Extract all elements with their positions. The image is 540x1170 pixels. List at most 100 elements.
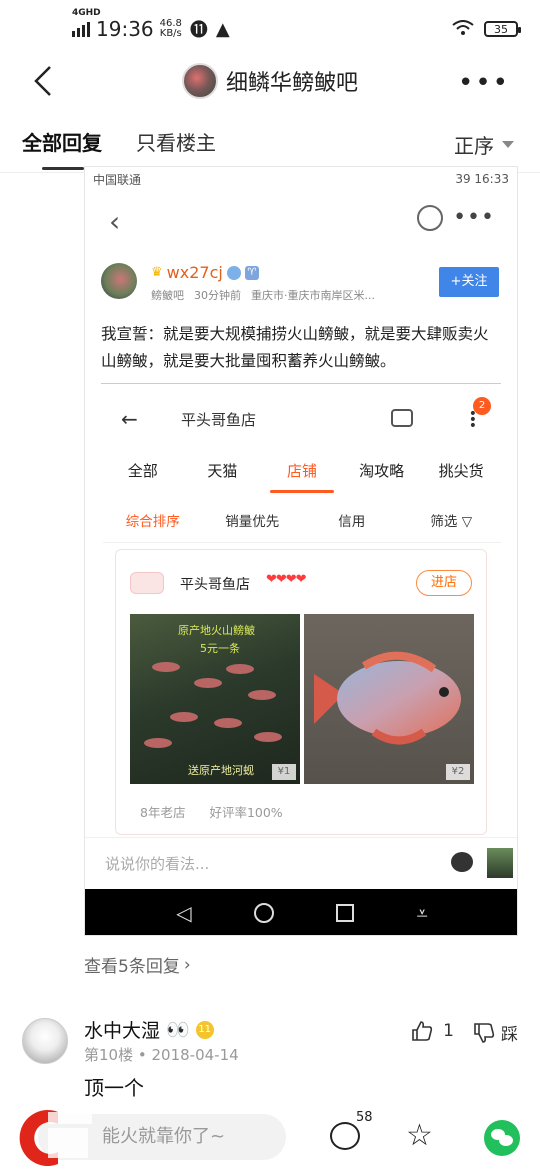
level-icon bbox=[226, 265, 241, 280]
clock: 19:36 bbox=[96, 17, 154, 41]
shop-back-arrow-icon: ← bbox=[121, 407, 138, 431]
shop-name: 平头哥鱼店 bbox=[180, 577, 250, 593]
status-bar: 4GHD 19:36 46.8 KB/s ⓫ ▲ 35 bbox=[0, 0, 540, 58]
top-nav: 细鳞华鳑鲏吧 ••• bbox=[0, 58, 540, 104]
shop-search-query: 平头哥鱼店 bbox=[181, 411, 257, 429]
forum-avatar bbox=[181, 63, 218, 99]
embedded-follow-button: +关注 bbox=[439, 267, 499, 297]
reply-tabs: 全部回复 只看楼主 正序 bbox=[0, 118, 540, 172]
android-nav-bar: ◁ ⩡ bbox=[85, 889, 517, 935]
eyes-emoji: 👀 bbox=[166, 1019, 190, 1041]
signal-icon: 4GHD bbox=[72, 8, 101, 37]
filter-icon: ▽ bbox=[461, 513, 473, 530]
view-replies-label: 查看5条回复 bbox=[84, 957, 180, 977]
sort-option: 销量优先 bbox=[225, 513, 280, 530]
thumbs-up-icon bbox=[412, 1021, 433, 1041]
dot-separator: • bbox=[137, 1046, 152, 1064]
network-speed: 46.8 KB/s bbox=[160, 19, 182, 39]
chevron-down-icon bbox=[502, 141, 514, 148]
shop-tabs: 全部 天猫 店铺 淘攻略 挑尖货 bbox=[103, 445, 501, 497]
embedded-post-text: 我宣誓：就是要大规模捕捞火山鳑鲏，就是要大肆贩卖火山鳑鲏，就是要大批量囤积蓄养火… bbox=[101, 325, 489, 370]
embedded-status-bar: 中国联通 39 16:33 bbox=[85, 167, 517, 191]
photo-price: ¥2 bbox=[446, 764, 470, 780]
embedded-user-meta: 鳑鲏吧 30分钟前 重庆市·重庆市南岸区米... bbox=[151, 287, 375, 303]
reply-meta: 第10楼 • 2018-04-14 bbox=[84, 1044, 239, 1065]
embedded-more-icon: ••• bbox=[453, 205, 495, 230]
like-count: 1 bbox=[443, 1021, 454, 1041]
shop-search-screenshot: ← 平头哥鱼店 • • • 2 全部 天猫 店铺 淘攻略 挑尖货 综合排序 销量优先… bbox=[103, 393, 501, 835]
embedded-status-right: 39 16:33 bbox=[455, 172, 509, 186]
filter-label: 筛选 bbox=[430, 513, 458, 530]
battery-icon: 35 bbox=[484, 21, 521, 37]
reply-author-name: 水中大湿 bbox=[84, 1020, 161, 1042]
embedded-share-icon bbox=[417, 205, 443, 231]
tab-all-replies[interactable]: 全部回复 bbox=[22, 118, 102, 172]
shop-tab: 全部 bbox=[127, 462, 158, 480]
comment-count: 58 bbox=[356, 1110, 373, 1125]
image-thumb bbox=[487, 848, 513, 878]
back-arrow-icon[interactable] bbox=[30, 64, 56, 98]
enter-shop-button: 进店 bbox=[416, 570, 472, 596]
reply-item: 水中大湿 👀 11 第10楼 • 2018-04-14 顶一个 1 踩 bbox=[0, 1008, 540, 1108]
comment-icon[interactable] bbox=[330, 1122, 360, 1150]
notification-badge: 2 bbox=[473, 397, 491, 415]
emoji-icon bbox=[451, 852, 473, 872]
product-photo-2: ¥2 bbox=[304, 614, 474, 784]
embedded-divider bbox=[101, 383, 501, 384]
shop-tab: 淘攻略 bbox=[359, 462, 405, 480]
forum-title[interactable]: 细鳞华鳑鲏吧 bbox=[181, 63, 358, 99]
fish-shape bbox=[194, 678, 222, 688]
photo-price: ¥1 bbox=[272, 764, 296, 780]
android-menu-icon: ⩡ bbox=[416, 901, 428, 925]
fish-shape bbox=[226, 664, 254, 674]
qq-icon: ▲ bbox=[215, 18, 230, 40]
watermark-logo bbox=[19, 1110, 92, 1166]
photo-caption: 5元一条 bbox=[200, 642, 240, 655]
rainbow-fish-image bbox=[314, 651, 461, 745]
chevron-right-icon: › bbox=[183, 954, 191, 975]
speed-unit: KB/s bbox=[159, 28, 182, 39]
star-icon[interactable]: ☆ bbox=[406, 1118, 433, 1153]
android-home-icon bbox=[253, 903, 274, 923]
status-app-icon: ⓫ bbox=[189, 20, 208, 41]
wechat-share-icon[interactable] bbox=[484, 1120, 520, 1156]
fish-shape bbox=[152, 662, 180, 672]
avatar[interactable] bbox=[22, 1018, 68, 1064]
embedded-comment-bar: 说说你的看法... bbox=[85, 837, 517, 889]
forum-name: 细鳞华鳑鲏吧 bbox=[225, 71, 358, 96]
fish-shape bbox=[170, 712, 198, 722]
reply-text: 顶一个 bbox=[84, 1076, 144, 1100]
product-photo-1: 原产地火山鳑鲏 5元一条 送原产地河蚬 ¥1 bbox=[130, 614, 300, 784]
embedded-screenshot[interactable]: 中国联通 39 16:33 ‹ ••• ♛ wx27cj ♈ 鳑鲏吧 30分钟前… bbox=[84, 166, 518, 936]
view-replies-link[interactable]: 查看5条回复 › bbox=[84, 952, 191, 978]
reply-author[interactable]: 水中大湿 👀 11 bbox=[84, 1016, 214, 1043]
embedded-back-icon: ‹ bbox=[109, 205, 121, 238]
like-button[interactable]: 1 bbox=[411, 1020, 454, 1042]
shop-tags: 8年老店 好评率100% bbox=[140, 802, 283, 821]
shop-search-bar: ← 平头哥鱼店 • • • 2 bbox=[103, 393, 501, 445]
embedded-comment-placeholder: 说说你的看法... bbox=[105, 855, 210, 873]
dislike-label: 踩 bbox=[501, 1025, 518, 1045]
reply-floor: 第10楼 bbox=[84, 1046, 134, 1064]
battery-level: 35 bbox=[494, 22, 508, 36]
more-icon[interactable]: ••• bbox=[458, 68, 510, 98]
sort-dropdown[interactable]: 正序 bbox=[454, 130, 514, 159]
embedded-location: 重庆市·重庆市南岸区米... bbox=[251, 289, 375, 302]
sort-option-active: 综合排序 bbox=[125, 513, 180, 530]
embedded-user-name: wx27cj bbox=[166, 263, 223, 282]
fish-shape bbox=[214, 718, 242, 728]
embedded-user-avatar bbox=[101, 263, 137, 299]
crown-icon: ♛ bbox=[151, 265, 163, 280]
tab-op-only[interactable]: 只看楼主 bbox=[136, 118, 216, 172]
fish-shape bbox=[248, 690, 276, 700]
photo-caption: 原产地火山鳑鲏 bbox=[178, 624, 255, 637]
sort-label: 正序 bbox=[454, 134, 494, 158]
zodiac-icon: ♈ bbox=[244, 265, 259, 280]
dislike-button[interactable]: 踩 bbox=[473, 1020, 518, 1045]
filter-option: 筛选 ▽ bbox=[402, 510, 502, 530]
shop-logo bbox=[130, 572, 164, 594]
level-badge: 11 bbox=[195, 1020, 214, 1039]
shop-tab: 天猫 bbox=[207, 462, 238, 480]
embedded-carrier: 中国联通 bbox=[93, 172, 142, 187]
embedded-user-row: ♛ wx27cj ♈ 鳑鲏吧 30分钟前 重庆市·重庆市南岸区米... +关注 bbox=[85, 245, 517, 311]
